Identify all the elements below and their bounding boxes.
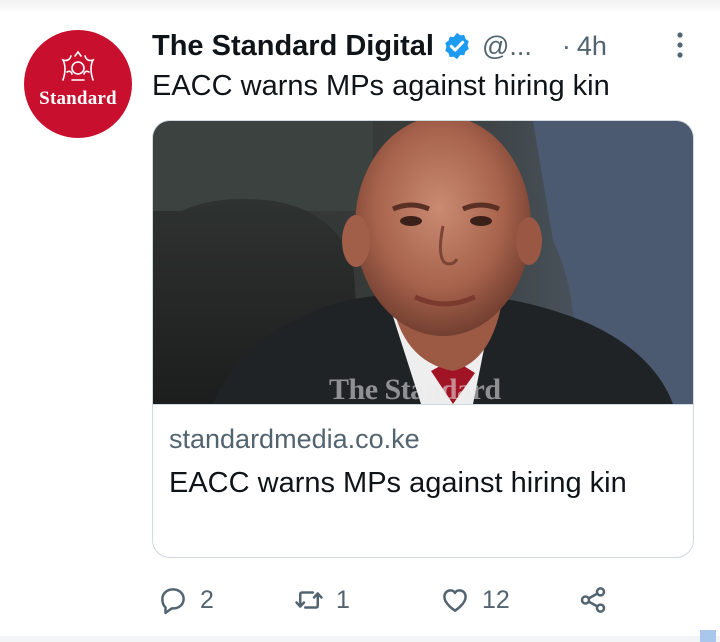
crest-logo-icon <box>61 50 95 81</box>
tweet-actions: 2 1 12 <box>158 580 618 620</box>
heart-icon <box>443 589 467 612</box>
reply-count: 2 <box>200 585 214 614</box>
like-button[interactable]: 12 <box>440 580 510 620</box>
share-icon <box>580 587 606 613</box>
card-domain: standardmedia.co.ke <box>169 424 420 454</box>
bottom-divider <box>0 636 720 642</box>
retweet-icon <box>295 591 323 609</box>
like-count: 12 <box>482 585 510 614</box>
verified-badge-icon <box>445 32 469 60</box>
image-watermark: The Standard <box>329 373 501 406</box>
tweet-header: The Standard Digital @... · 4h <box>152 26 607 66</box>
retweet-button[interactable]: 1 <box>294 580 350 620</box>
corner-indicator <box>700 630 716 642</box>
share-button[interactable] <box>578 580 608 620</box>
top-fade <box>0 0 720 14</box>
timestamp[interactable]: 4h <box>577 31 607 62</box>
avatar-text: Standard <box>39 88 117 109</box>
card-photo <box>153 121 693 404</box>
reply-icon <box>161 588 185 615</box>
retweet-count: 1 <box>336 585 350 614</box>
handle[interactable]: @... <box>482 31 532 62</box>
display-name[interactable]: The Standard Digital <box>152 30 434 63</box>
link-card[interactable]: The Standard standardmedia.co.ke EACC wa… <box>152 120 694 558</box>
reply-button[interactable]: 2 <box>158 580 214 620</box>
card-image[interactable]: The Standard <box>153 121 693 406</box>
card-divider <box>153 404 693 405</box>
tweet-text: EACC warns MPs against hiring kin <box>152 70 610 102</box>
avatar[interactable]: Standard <box>24 30 132 138</box>
separator-dot: · <box>561 30 571 61</box>
card-title[interactable]: EACC warns MPs against hiring kin <box>169 463 669 503</box>
more-icon[interactable] <box>674 31 686 59</box>
